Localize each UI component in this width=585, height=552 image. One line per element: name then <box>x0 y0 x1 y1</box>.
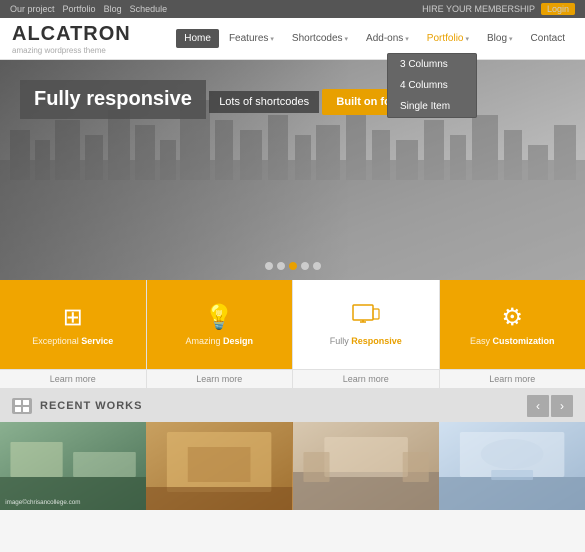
recent-works-prev[interactable]: ‹ <box>527 395 549 417</box>
responsive-icon <box>352 304 380 332</box>
service-label: Exceptional Service <box>32 336 113 346</box>
feature-service[interactable]: ⊞ Exceptional Service <box>0 280 147 369</box>
feature-custom[interactable]: ⚙ Easy Customization <box>440 280 585 369</box>
portfolio-dropdown: 3 Columns 4 Columns Single Item <box>387 53 477 118</box>
design-icon: 💡 <box>204 303 234 332</box>
learn-more-row: Learn more Learn more Learn more Learn m… <box>0 370 585 390</box>
thumb-2[interactable] <box>146 422 292 510</box>
responsive-label: Fully Responsive <box>330 336 402 346</box>
nav-item-home[interactable]: Home <box>176 29 219 48</box>
topbar-link-3[interactable]: Schedule <box>130 4 168 14</box>
custom-icon: ⚙ <box>501 303 523 332</box>
hero-dots <box>265 262 321 270</box>
dropdown-4col[interactable]: 4 Columns <box>388 75 476 96</box>
learn-more-custom[interactable]: Learn more <box>440 370 585 388</box>
service-icon: ⊞ <box>63 303 83 332</box>
top-bar: Our project Portfolio Blog Schedule HIRE… <box>0 0 585 18</box>
logo-subtitle: amazing wordpress theme <box>12 46 131 55</box>
thumb-1[interactable]: image©chrisancollege.com <box>0 422 146 510</box>
thumbnails-row: image©chrisancollege.com <box>0 422 585 510</box>
top-bar-right: HIRE YOUR MEMBERSHIP Login <box>422 3 575 15</box>
nav-item-portfolio[interactable]: Portfolio ▾ <box>419 29 477 48</box>
nav-item-shortcodes[interactable]: Shortcodes ▾ <box>284 29 356 48</box>
learn-more-design[interactable]: Learn more <box>147 370 294 388</box>
logo-area: ALCATRON amazing wordpress theme <box>12 23 131 55</box>
header: ALCATRON amazing wordpress theme Home Fe… <box>0 18 585 60</box>
feature-design[interactable]: 💡 Amazing Design <box>147 280 294 369</box>
recent-works-icon <box>12 398 32 414</box>
dot-3[interactable] <box>289 262 297 270</box>
nav-item-features[interactable]: Features ▾ <box>221 29 282 48</box>
topbar-membership-text: HIRE YOUR MEMBERSHIP <box>422 4 535 14</box>
topbar-link-0[interactable]: Our project <box>10 4 55 14</box>
hero-section: Fully responsive Lots of shortcodes Buil… <box>0 60 585 280</box>
top-bar-links: Our project Portfolio Blog Schedule <box>10 4 167 14</box>
topbar-link-1[interactable]: Portfolio <box>63 4 96 14</box>
recent-works-left: RECENT WORKS <box>12 398 142 414</box>
thumb-4[interactable] <box>439 422 585 510</box>
custom-label: Easy Customization <box>470 336 555 346</box>
login-button[interactable]: Login <box>541 3 575 15</box>
nav-portfolio-container: Portfolio ▾ 3 Columns 4 Columns Single I… <box>419 29 477 48</box>
hero-subtitle: Lots of shortcodes <box>209 91 319 113</box>
learn-more-service[interactable]: Learn more <box>0 370 147 388</box>
svg-text:image©chrisancollege.com: image©chrisancollege.com <box>5 499 80 506</box>
dropdown-single[interactable]: Single Item <box>388 96 476 117</box>
nav-item-blog[interactable]: Blog ▾ <box>479 29 521 48</box>
recent-works-title: RECENT WORKS <box>40 400 142 412</box>
hero-title: Fully responsive <box>20 80 206 119</box>
dot-5[interactable] <box>313 262 321 270</box>
learn-more-responsive[interactable]: Learn more <box>293 370 440 388</box>
dot-2[interactable] <box>277 262 285 270</box>
main-nav: Home Features ▾ Shortcodes ▾ Add-ons ▾ P… <box>176 29 573 48</box>
recent-works-nav: ‹ › <box>527 395 573 417</box>
features-section: ⊞ Exceptional Service 💡 Amazing Design F… <box>0 280 585 370</box>
feature-responsive[interactable]: Fully Responsive <box>293 280 440 369</box>
dropdown-3col[interactable]: 3 Columns <box>388 54 476 75</box>
logo-title: ALCATRON <box>12 23 131 46</box>
recent-works-header: RECENT WORKS ‹ › <box>0 390 585 422</box>
nav-item-contact[interactable]: Contact <box>523 29 573 48</box>
dot-4[interactable] <box>301 262 309 270</box>
design-label: Amazing Design <box>185 336 253 346</box>
dot-1[interactable] <box>265 262 273 270</box>
thumb-3[interactable] <box>293 422 439 510</box>
recent-works-next[interactable]: › <box>551 395 573 417</box>
nav-item-addons[interactable]: Add-ons ▾ <box>358 29 417 48</box>
topbar-link-2[interactable]: Blog <box>104 4 122 14</box>
